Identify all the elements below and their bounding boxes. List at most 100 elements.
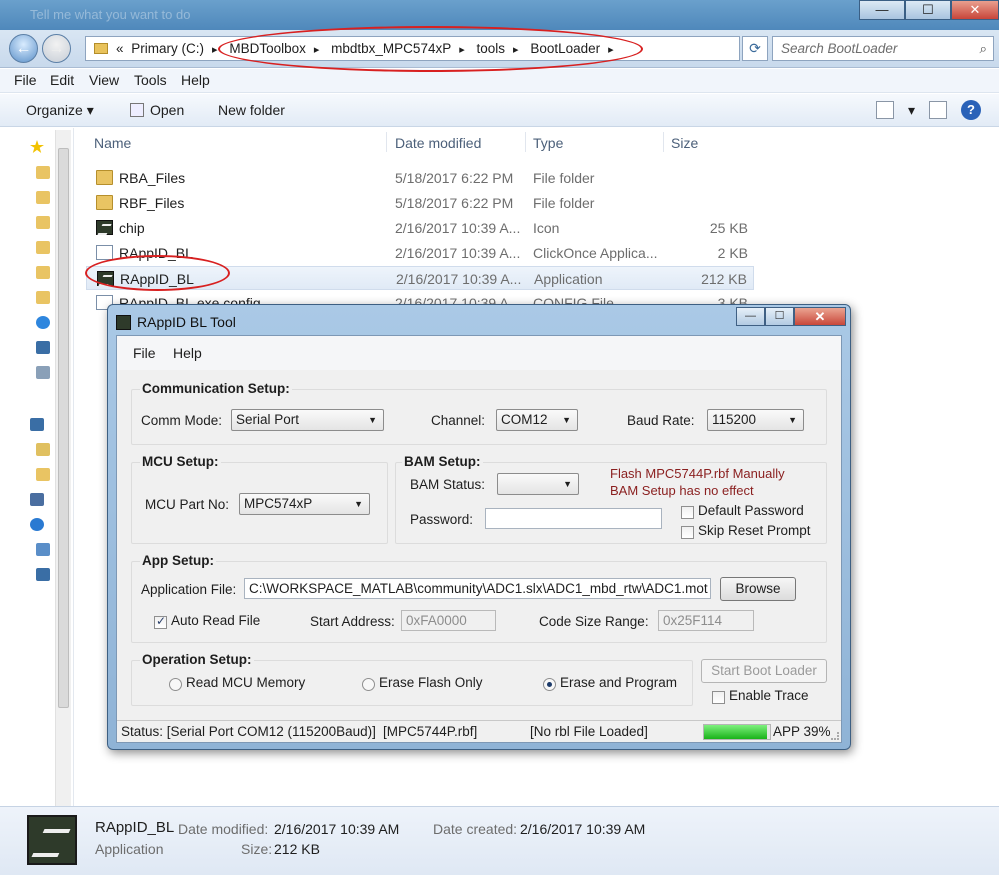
- dialog-menu-file[interactable]: File: [133, 345, 156, 361]
- nav-scrollbar[interactable]: [55, 130, 71, 806]
- password-label: Password:: [410, 512, 474, 527]
- computer-icon[interactable]: [30, 418, 44, 431]
- file-name: RAppID_BL: [120, 271, 194, 287]
- column-date-modified[interactable]: Date modified: [395, 135, 481, 151]
- recent-places-icon[interactable]: [36, 366, 50, 379]
- column-divider[interactable]: [525, 132, 526, 152]
- organize-button[interactable]: Organize ▾: [26, 102, 94, 119]
- dialog-menu-bar: File Help: [117, 336, 841, 370]
- menu-help[interactable]: Help: [181, 72, 210, 88]
- breadcrumb-bootloader[interactable]: BootLoader: [530, 41, 600, 56]
- breadcrumb-mbdtoolbox[interactable]: MBDToolbox: [229, 41, 306, 56]
- breadcrumb-separator[interactable]: ▸: [608, 44, 614, 56]
- help-icon[interactable]: ?: [961, 100, 981, 120]
- file-row[interactable]: chip 2/16/2017 10:39 A... Icon 25 KB: [86, 216, 754, 240]
- favorites-star-icon[interactable]: [30, 140, 44, 153]
- dialog-close-button[interactable]: ✕: [794, 307, 846, 326]
- maximize-button[interactable]: ☐: [905, 0, 951, 20]
- new-folder-button[interactable]: New folder: [218, 102, 285, 118]
- file-type: ClickOnce Applica...: [533, 245, 658, 261]
- bam-status-label: BAM Status:: [410, 477, 486, 492]
- onedrive-icon[interactable]: [36, 316, 50, 329]
- nav-folder-icon[interactable]: [36, 191, 50, 204]
- menu-view[interactable]: View: [89, 72, 119, 88]
- app-icon: [96, 220, 113, 235]
- file-name: RBF_Files: [119, 195, 185, 211]
- comm-mode-select[interactable]: Serial Port ▼: [231, 409, 384, 431]
- password-field[interactable]: [485, 508, 662, 529]
- back-button[interactable]: ←: [9, 34, 38, 63]
- view-dropdown-icon[interactable]: ▾: [908, 102, 915, 119]
- view-options-icon[interactable]: [875, 101, 894, 119]
- search-placeholder: Search BootLoader: [781, 41, 898, 56]
- skip-reset-checkbox[interactable]: [681, 526, 694, 539]
- file-row[interactable]: RBA_Files 5/18/2017 6:22 PM File folder: [86, 166, 754, 190]
- breadcrumb-primary[interactable]: Primary (C:): [131, 41, 204, 56]
- file-row[interactable]: RBF_Files 5/18/2017 6:22 PM File folder: [86, 191, 754, 215]
- erase-program-radio[interactable]: [543, 678, 556, 691]
- code-size-field: 0x25F114: [658, 610, 754, 631]
- dialog-minimize-button[interactable]: —: [736, 307, 765, 326]
- nav-folder-icon[interactable]: [36, 241, 50, 254]
- breadcrumb-tools[interactable]: tools: [477, 41, 506, 56]
- mcu-part-select[interactable]: MPC574xP ▼: [239, 493, 370, 515]
- erase-flash-radio[interactable]: [362, 678, 375, 691]
- details-date-created-label: Date created:: [433, 821, 518, 837]
- file-row[interactable]: RAppID_BL 2/16/2017 10:39 A... ClickOnce…: [86, 241, 754, 265]
- globe-icon[interactable]: [30, 518, 44, 531]
- breadcrumb-separator[interactable]: ▸: [513, 44, 519, 56]
- breadcrumb-mbdtbx[interactable]: mbdtbx_MPC574xP: [331, 41, 451, 56]
- dialog-maximize-button[interactable]: ☐: [765, 307, 794, 326]
- resize-grip[interactable]: [831, 732, 839, 740]
- browse-button[interactable]: Browse: [720, 577, 796, 601]
- nav-folder-icon[interactable]: [36, 216, 50, 229]
- column-size[interactable]: Size: [671, 135, 698, 151]
- nav-folder-icon[interactable]: [36, 468, 50, 481]
- nav-folder-icon[interactable]: [36, 266, 50, 279]
- file-type: Application: [534, 271, 603, 287]
- nav-folder-icon[interactable]: [36, 166, 50, 179]
- enable-trace-checkbox[interactable]: [712, 691, 725, 704]
- start-boot-loader-button[interactable]: Start Boot Loader: [701, 659, 827, 683]
- network-icon[interactable]: [30, 493, 44, 506]
- chevron-down-icon: ▼: [354, 499, 363, 509]
- dialog-menu-help[interactable]: Help: [173, 345, 202, 361]
- baud-rate-select[interactable]: 115200 ▼: [707, 409, 804, 431]
- open-label: Open: [150, 102, 185, 118]
- menu-file[interactable]: File: [14, 72, 37, 88]
- breadcrumb-separator[interactable]: ▸: [459, 44, 465, 56]
- breadcrumb-separator[interactable]: ▸: [314, 44, 320, 56]
- nav-item-icon[interactable]: [36, 568, 50, 581]
- preview-pane-icon[interactable]: [929, 101, 947, 119]
- column-divider[interactable]: [663, 132, 664, 152]
- scrollbar-thumb[interactable]: [58, 148, 69, 708]
- bam-status-select[interactable]: ▼: [497, 473, 579, 495]
- default-password-checkbox[interactable]: [681, 506, 694, 519]
- address-bar[interactable]: « Primary (C:) ▸ MBDToolbox ▸ mbdtbx_MPC57…: [85, 36, 740, 61]
- menu-edit[interactable]: Edit: [50, 72, 74, 88]
- file-date: 2/16/2017 10:39 A...: [395, 245, 521, 261]
- read-mcu-radio[interactable]: [169, 678, 182, 691]
- auto-read-checkbox[interactable]: [154, 614, 167, 629]
- minimize-button[interactable]: —: [859, 0, 905, 20]
- column-divider[interactable]: [386, 132, 387, 152]
- breadcrumb-separator[interactable]: ▸: [212, 44, 218, 56]
- column-name[interactable]: Name: [94, 135, 131, 151]
- nav-drive-icon[interactable]: [36, 443, 50, 456]
- dialog-title-bar[interactable]: RAppID BL Tool: [116, 314, 236, 330]
- open-button[interactable]: Open: [130, 102, 184, 118]
- column-type[interactable]: Type: [533, 135, 563, 151]
- nav-folder-icon[interactable]: [36, 291, 50, 304]
- search-input[interactable]: Search BootLoader ⌕: [772, 36, 994, 61]
- file-row-selected[interactable]: RAppID_BL 2/16/2017 10:39 A... Applicati…: [86, 266, 754, 290]
- close-button[interactable]: ✕: [951, 0, 999, 20]
- menu-tools[interactable]: Tools: [134, 72, 167, 88]
- details-date-modified: 2/16/2017 10:39 AM: [274, 821, 400, 837]
- forward-button[interactable]: →: [42, 34, 71, 63]
- nav-item-icon[interactable]: [36, 543, 50, 556]
- channel-select[interactable]: COM12 ▼: [496, 409, 578, 431]
- app-file-field[interactable]: C:\WORKSPACE_MATLAB\community\ADC1.slx\A…: [244, 578, 711, 599]
- desktop-icon[interactable]: [36, 341, 50, 354]
- search-icon[interactable]: ⌕: [979, 37, 987, 60]
- refresh-icon[interactable]: ⟳: [742, 36, 768, 61]
